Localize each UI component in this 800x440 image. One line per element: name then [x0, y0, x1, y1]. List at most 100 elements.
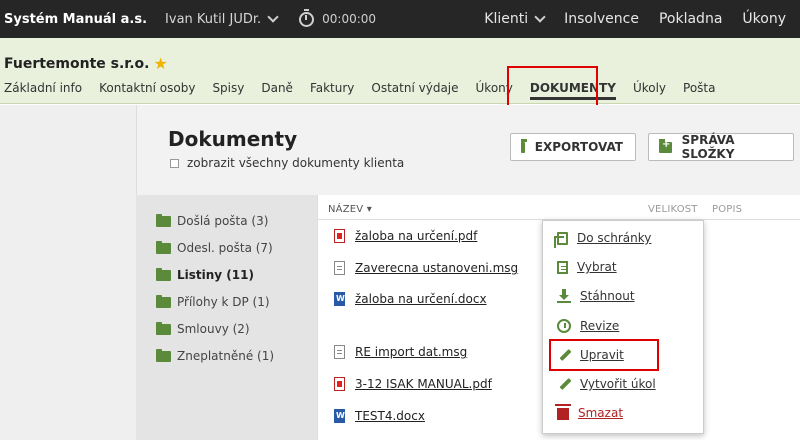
menu-item-label: Revize [580, 319, 620, 333]
context-menu: Do schránky Vybrat Stáhnout Revize Uprav… [542, 220, 704, 434]
client-header: Fuertemonte s.r.o. ★ Základní info Konta… [0, 38, 800, 104]
tab-zakladni-info[interactable]: Základní info [4, 80, 82, 100]
file-link[interactable]: Zaverecna ustanoveni.msg [355, 261, 518, 275]
client-tabs: Základní info Kontaktní osoby Spisy Daně… [4, 80, 733, 100]
folder-dosla-posta[interactable]: Došlá pošta (3) [156, 213, 269, 228]
file-link[interactable]: žaloba na určení.docx [355, 292, 487, 306]
select-icon [557, 260, 568, 274]
menu-item-smazat[interactable]: Smazat [555, 404, 624, 420]
trash-icon [555, 404, 571, 420]
folder-label: Smlouvy (2) [177, 322, 250, 336]
show-all-checkbox[interactable]: zobrazit všechny dokumenty klienta [170, 156, 404, 170]
folder-label: Došlá pošta (3) [177, 214, 269, 228]
tab-posta[interactable]: Pošta [683, 80, 715, 100]
user-name: Ivan Kutil JUDr. [165, 11, 262, 27]
folder-odesl-posta[interactable]: Odesl. pošta (7) [156, 240, 273, 255]
folder-label: Odesl. pošta (7) [177, 241, 273, 255]
timer[interactable]: 00:00:00 [299, 8, 377, 27]
folder-icon [156, 213, 171, 227]
file-link[interactable]: TEST4.docx [355, 409, 425, 423]
download-icon [557, 289, 571, 303]
user-menu[interactable]: Ivan Kutil JUDr. [165, 11, 279, 27]
pencil-icon [557, 377, 571, 391]
nav-pokladna[interactable]: Pokladna [659, 11, 722, 27]
table-row[interactable]: RE import dat.msg [334, 345, 467, 359]
menu-item-label: Upravit [580, 348, 624, 362]
menu-item-label: Smazat [578, 406, 624, 420]
menu-item-vytvorit-ukol[interactable]: Vytvořit úkol [557, 377, 656, 391]
document-file-icon [334, 261, 345, 275]
table-row[interactable]: žaloba na určení.docx [334, 292, 487, 306]
table-row[interactable]: 3-12 ISAK MANUAL.pdf [334, 377, 492, 391]
copy-icon [554, 231, 568, 248]
folder-smlouvy[interactable]: Smlouvy (2) [156, 321, 250, 336]
history-icon [557, 319, 571, 333]
pdf-file-icon [334, 377, 345, 391]
folder-icon [156, 348, 171, 362]
nav-ukony[interactable]: Úkony [742, 11, 786, 27]
column-desc-header[interactable]: POPIS [712, 204, 742, 215]
folder-prilohy[interactable]: Přílohy k DP (1) [156, 294, 270, 309]
nav-klienti-label: Klienti [484, 11, 529, 27]
nav-klienti[interactable]: Klienti [484, 11, 546, 27]
folder-icon [156, 294, 171, 308]
menu-item-vybrat[interactable]: Vybrat [557, 260, 617, 274]
star-icon[interactable]: ★ [153, 54, 167, 73]
menu-item-stahnout[interactable]: Stáhnout [557, 289, 635, 303]
folder-listiny[interactable]: Listiny (11) [156, 267, 254, 282]
menu-item-upravit[interactable]: Upravit [557, 348, 624, 362]
menu-item-label: Vytvořit úkol [580, 377, 656, 391]
export-button[interactable]: EXPORTOVAT [510, 133, 636, 161]
tab-ukoly[interactable]: Úkoly [633, 80, 666, 100]
word-file-icon [334, 292, 345, 306]
column-name-label: NÁZEV [328, 204, 364, 215]
table-row[interactable]: Zaverecna ustanoveni.msg [334, 261, 518, 275]
table-row[interactable]: žaloba na určení.pdf [334, 229, 477, 243]
page-title: Dokumenty [168, 127, 298, 151]
top-bar: Systém Manuál a.s. Ivan Kutil JUDr. 00:0… [0, 0, 800, 38]
menu-item-do-schranky[interactable]: Do schránky [554, 231, 651, 248]
document-file-icon [334, 345, 345, 359]
client-name: Fuertemonte s.r.o. ★ [4, 54, 168, 73]
tab-ostatni-vydaje[interactable]: Ostatní výdaje [371, 80, 458, 100]
tab-kontaktni-osoby[interactable]: Kontaktní osoby [99, 80, 195, 100]
client-name-label: Fuertemonte s.r.o. [4, 55, 150, 72]
manage-folder-button[interactable]: SPRÁVA SLOŽKY [648, 133, 794, 161]
show-all-label: zobrazit všechny dokumenty klienta [187, 156, 405, 170]
export-label: EXPORTOVAT [534, 140, 623, 154]
menu-item-label: Vybrat [577, 260, 617, 274]
file-link[interactable]: RE import dat.msg [355, 345, 467, 359]
tab-spisy[interactable]: Spisy [212, 80, 244, 100]
brand-name[interactable]: Systém Manuál a.s. [4, 12, 147, 27]
word-file-icon [334, 409, 345, 423]
stopwatch-icon [299, 8, 315, 27]
file-link[interactable]: 3-12 ISAK MANUAL.pdf [355, 377, 492, 391]
table-row[interactable]: TEST4.docx [334, 409, 425, 423]
chevron-down-icon [267, 11, 279, 23]
checkbox-icon[interactable] [170, 158, 179, 168]
timer-value: 00:00:00 [322, 12, 377, 26]
tab-ukony[interactable]: Úkony [476, 80, 513, 100]
folder-sidebar: Došlá pošta (3) Odesl. pošta (7) Listiny… [136, 195, 317, 440]
tab-dane[interactable]: Daně [261, 80, 293, 100]
tab-dokumenty[interactable]: DOKUMENTY [529, 80, 616, 100]
folder-add-icon [521, 138, 532, 153]
column-size-header[interactable]: VELIKOST [648, 204, 698, 215]
folder-label: Listiny (11) [177, 268, 254, 282]
top-nav: Klienti Insolvence Pokladna Úkony [484, 11, 786, 27]
pdf-file-icon [334, 229, 345, 243]
tab-faktury[interactable]: Faktury [310, 80, 354, 100]
chevron-down-icon [534, 11, 546, 23]
menu-item-label: Stáhnout [580, 289, 635, 303]
folder-zneplatnene[interactable]: Zneplatněné (1) [156, 348, 274, 363]
folder-icon [156, 267, 171, 281]
nav-insolvence[interactable]: Insolvence [564, 11, 639, 27]
column-name-header[interactable]: NÁZEV ▾ [328, 204, 372, 215]
menu-item-revize[interactable]: Revize [557, 319, 619, 333]
file-link[interactable]: žaloba na určení.pdf [355, 229, 477, 243]
folder-icon [156, 240, 171, 254]
manage-folder-label: SPRÁVA SLOŽKY [681, 133, 735, 161]
folder-label: Přílohy k DP (1) [177, 295, 270, 309]
folder-add-icon [659, 138, 672, 153]
left-margin [0, 105, 136, 440]
